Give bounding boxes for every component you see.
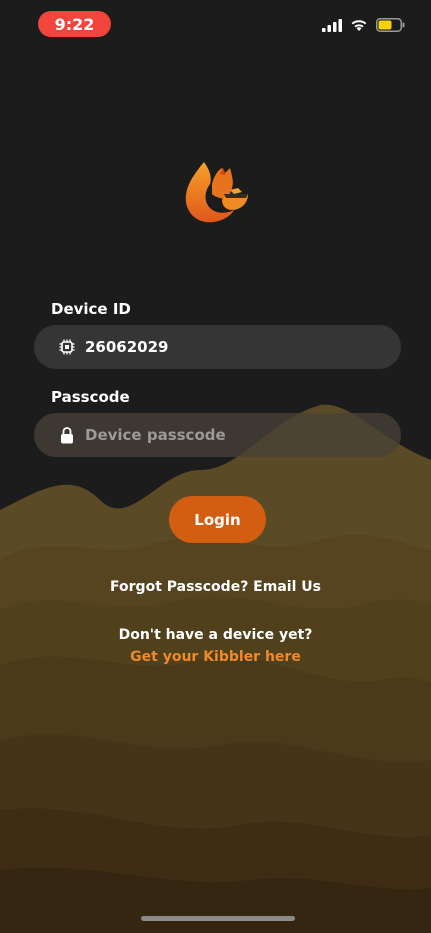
signal-icon xyxy=(322,18,342,32)
chip-icon xyxy=(57,337,77,357)
passcode-field[interactable] xyxy=(34,413,401,457)
mountain-background xyxy=(0,404,431,933)
status-time: 9:22 xyxy=(38,11,111,37)
device-id-field[interactable] xyxy=(34,325,401,369)
get-kibbler-link[interactable]: Get your Kibbler here xyxy=(0,649,431,665)
login-screen: 9:22 Device ID 26062029 Passcode Login F… xyxy=(0,0,431,933)
home-indicator xyxy=(141,916,295,921)
passcode-input[interactable] xyxy=(85,413,385,457)
forgot-passcode-link[interactable]: Forgot Passcode? Email Us xyxy=(0,579,431,595)
status-icons xyxy=(322,18,405,32)
device-id-input[interactable] xyxy=(85,325,385,369)
passcode-label: Passcode xyxy=(51,388,130,406)
login-button[interactable]: Login xyxy=(169,496,266,543)
battery-icon xyxy=(376,18,405,32)
wifi-icon xyxy=(351,20,367,31)
device-id-label: Device ID xyxy=(51,300,131,318)
lock-icon xyxy=(57,425,77,445)
status-bar: 9:22 xyxy=(0,0,431,48)
no-device-text: Don't have a device yet? xyxy=(118,627,313,643)
cat-with-bowl-logo xyxy=(185,162,248,223)
